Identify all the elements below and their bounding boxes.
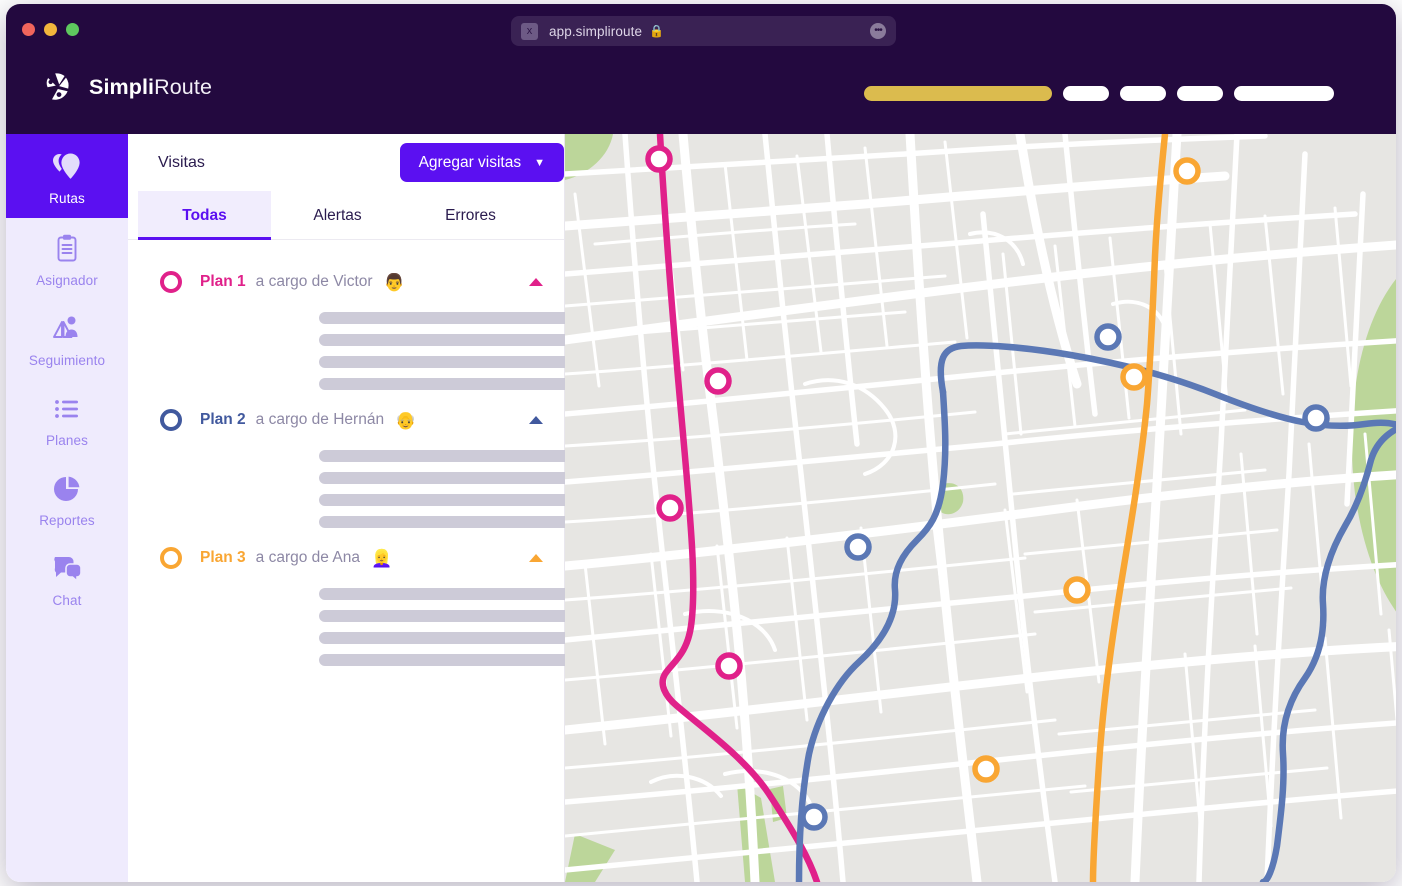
list-item: Plan 3 a cargo de Ana 👱‍♀️ [128,538,623,666]
list-item: Plan 2 a cargo de Hernán 👴 [128,400,623,528]
address-bar[interactable]: x app.simpliroute 🔒 ••• [511,16,896,46]
sidebar-item-reportes[interactable]: Reportes [6,458,128,538]
sidebar-item-planes[interactable]: Planes [6,378,128,458]
map-person-icon [6,312,128,346]
tab-errores[interactable]: Errores [404,191,537,239]
map-stop-marker [1173,157,1201,185]
map-stop-marker [715,652,743,680]
nav-pill-4[interactable] [1234,86,1334,101]
pie-chart-icon [6,472,128,506]
app-header: SimpliRoute [6,56,1396,134]
chat-bubbles-icon [6,552,128,586]
map-stop-marker [844,533,872,561]
lock-icon: 🔒 [649,24,664,38]
maximize-window-button[interactable] [66,23,79,36]
map-stop-marker [704,367,732,395]
plan-header[interactable]: Plan 1 a cargo de Victor 👨 [128,262,564,302]
plan-placeholder-rows [128,578,623,666]
sidebar-item-label: Seguimiento [28,353,106,368]
sidebar-item-label: Planes [46,433,88,448]
map-stop-marker [972,755,1000,783]
nav-pill-primary[interactable] [864,86,1052,101]
map-stop-marker [1302,404,1330,432]
collapse-caret-icon[interactable] [529,278,543,286]
collapse-caret-icon[interactable] [529,416,543,424]
plan-placeholder-rows [128,440,623,528]
map-stop-marker [656,494,684,522]
map-stop-marker [1120,363,1148,391]
route-pins-icon [6,150,128,184]
plan-owner: a cargo de Hernán [255,411,385,428]
plan-color-ring [160,271,182,293]
tab-todas[interactable]: Todas [138,191,271,240]
window-traffic-lights [22,23,79,36]
collapse-caret-icon[interactable] [529,554,543,562]
tab-alertas[interactable]: Alertas [271,191,404,239]
page-title: Visitas [158,153,205,171]
avatar: 👴 [395,410,417,430]
map-stop-marker [645,145,673,173]
add-visits-button[interactable]: Agregar visitas ▼ [399,143,564,182]
browser-window: x app.simpliroute 🔒 ••• SimpliRoute Ruta… [6,4,1396,882]
simpliroute-logo-icon [42,70,76,104]
clipboard-icon [6,232,128,266]
more-options-icon[interactable]: ••• [870,23,886,39]
sidebar-item-rutas[interactable]: Rutas [6,134,167,218]
nav-pill-3[interactable] [1177,86,1223,101]
plan-owner: a cargo de Victor [255,273,373,290]
plan-header[interactable]: Plan 2 a cargo de Hernán 👴 [128,400,564,440]
nav-pill-2[interactable] [1120,86,1166,101]
plan-color-ring [160,409,182,431]
sidebar-item-chat[interactable]: Chat [6,538,128,618]
panel-header: Visitas Agregar visitas ▼ [128,134,564,191]
sidebar-item-asignador[interactable]: Asignador [6,218,128,298]
plan-name: Plan 3 [200,549,246,566]
sidebar-item-label: Asignador [36,273,98,288]
sidebar-item-label: Chat [52,593,82,608]
header-nav-placeholders [864,86,1334,101]
brand-logo[interactable]: SimpliRoute [42,70,212,104]
avatar: 👨 [383,272,405,292]
map-stop-marker [1094,323,1122,351]
plan-header[interactable]: Plan 3 a cargo de Ana 👱‍♀️ [128,538,564,578]
close-window-button[interactable] [22,23,35,36]
map-stop-marker [1063,576,1091,604]
chevron-down-icon: ▼ [534,156,545,169]
add-visits-label: Agregar visitas [418,153,522,171]
filter-tabs: Todas Alertas Errores [128,191,564,240]
sidebar-item-seguimiento[interactable]: Seguimiento [6,298,128,378]
list-icon [6,392,128,426]
route-map[interactable]: 1. Vehículos 2. Visitas 3. Rutas [565,134,1396,882]
url-text: app.simpliroute [549,23,643,39]
close-icon[interactable]: x [521,22,538,40]
browser-chrome: x app.simpliroute 🔒 ••• [6,4,1396,56]
map-stop-marker [800,803,828,831]
sidebar-item-label: Rutas [49,191,85,206]
sidebar: Rutas Asignador Seguimiento Planes Repor… [6,134,167,882]
plan-name: Plan 2 [200,411,246,428]
avatar: 👱‍♀️ [370,548,393,568]
plan-color-ring [160,547,182,569]
map-canvas [565,134,1396,882]
visits-panel: Visitas Agregar visitas ▼ Todas Alertas … [128,134,623,882]
minimize-window-button[interactable] [44,23,57,36]
list-item: Plan 1 a cargo de Victor 👨 [128,262,623,390]
app-body: Rutas Asignador Seguimiento Planes Repor… [6,134,1396,882]
nav-pill-1[interactable] [1063,86,1109,101]
sidebar-item-label: Reportes [39,513,95,528]
plan-name: Plan 1 [200,273,246,290]
plan-placeholder-rows [128,302,623,390]
plan-owner: a cargo de Ana [255,549,360,566]
plan-list: Plan 1 a cargo de Victor 👨 Plan 2 a carg… [128,240,623,666]
brand-name: SimpliRoute [89,74,212,99]
